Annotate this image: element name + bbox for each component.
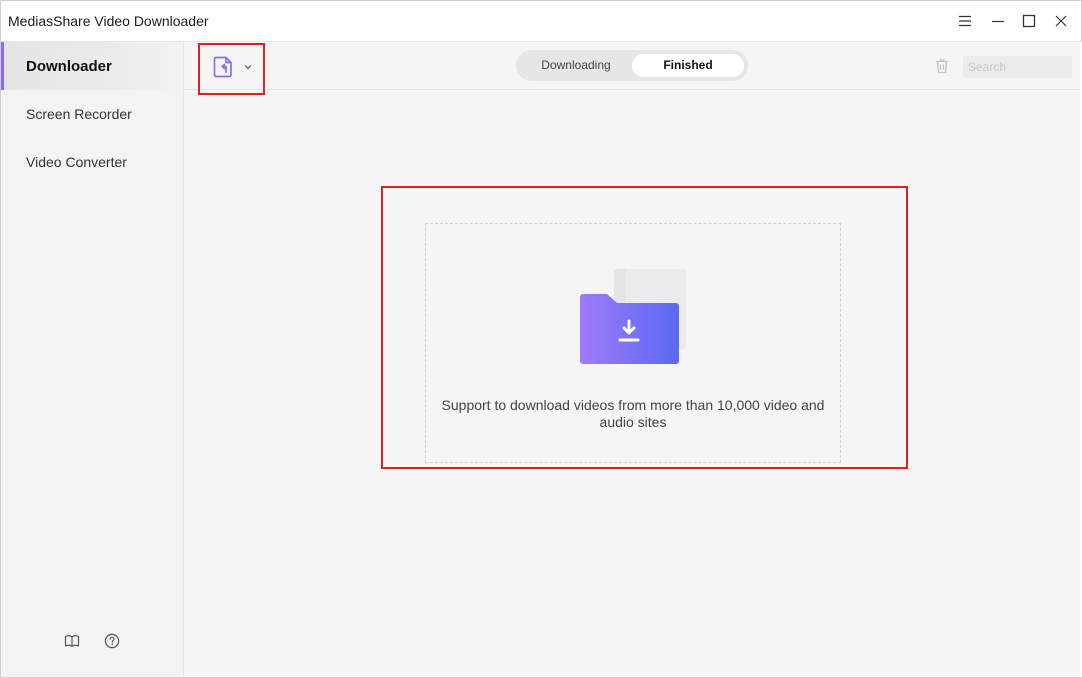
menu-icon[interactable] <box>952 9 978 33</box>
trash-icon[interactable] <box>933 57 951 75</box>
message-line-2: audio sites <box>599 414 667 430</box>
paste-url-icon <box>213 56 232 78</box>
tab-finished[interactable]: Finished <box>632 54 744 77</box>
help-icon[interactable] <box>102 631 122 651</box>
chevron-down-icon <box>244 65 252 70</box>
sidebar-item-label: Downloader <box>26 58 112 75</box>
app-window: MediasShare Video Downloader Downloader … <box>0 0 1082 678</box>
tab-downloading[interactable]: Downloading <box>521 54 631 77</box>
sidebar-item-screen-recorder[interactable]: Screen Recorder <box>1 90 183 138</box>
download-folder-icon <box>580 269 686 364</box>
download-status-tabs: Downloading Finished <box>516 50 748 81</box>
app-title: MediasShare Video Downloader <box>8 13 209 29</box>
sidebar-item-video-converter[interactable]: Video Converter <box>1 138 183 186</box>
drop-zone[interactable]: Support to download videos from more tha… <box>425 223 841 463</box>
sidebar: Downloader Screen Recorder Video Convert… <box>1 42 184 677</box>
maximize-icon[interactable] <box>1016 9 1042 33</box>
title-bar: MediasShare Video Downloader <box>1 1 1081 42</box>
minimize-icon[interactable] <box>985 9 1011 33</box>
toolbar: Downloading Finished <box>184 42 1081 95</box>
book-icon[interactable] <box>62 631 82 651</box>
sidebar-item-label: Screen Recorder <box>26 106 132 122</box>
close-icon[interactable] <box>1048 9 1074 33</box>
search-input[interactable] <box>963 56 1072 78</box>
empty-state-message: Support to download videos from more tha… <box>426 397 840 431</box>
message-line-1: Support to download videos from more tha… <box>441 397 825 413</box>
sidebar-item-downloader[interactable]: Downloader <box>1 42 183 90</box>
sidebar-item-label: Video Converter <box>26 154 127 170</box>
paste-url-button[interactable] <box>198 43 265 95</box>
